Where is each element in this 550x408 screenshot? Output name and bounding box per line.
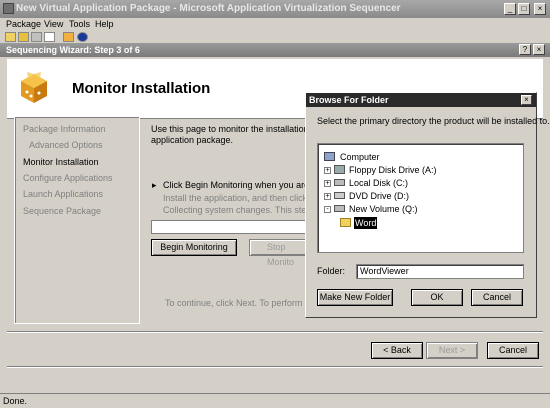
floppy-drive-icon xyxy=(334,165,345,174)
wizard-close-button[interactable]: × xyxy=(533,44,545,55)
expand-icon[interactable]: + xyxy=(324,167,331,174)
tree-item-label: Local Disk (C:) xyxy=(349,178,409,188)
close-button[interactable]: × xyxy=(534,3,546,15)
tree-item-label: New Volume (Q:) xyxy=(349,204,418,214)
expand-icon[interactable]: + xyxy=(324,193,331,200)
tree-item-label: Word xyxy=(354,217,378,229)
dialog-cancel-button[interactable]: Cancel xyxy=(471,289,523,306)
wizard-title-bar: Sequencing Wizard: Step 3 of 6 xyxy=(0,43,550,57)
maximize-button[interactable]: □ xyxy=(518,3,530,15)
begin-monitoring-button[interactable]: Begin Monitoring xyxy=(151,239,237,256)
progress-field xyxy=(151,220,311,234)
nav-package-information: Package Information xyxy=(23,124,106,134)
save-icon[interactable] xyxy=(31,32,42,42)
make-new-folder-button[interactable]: Make New Folder xyxy=(317,289,393,306)
menu-view[interactable]: View xyxy=(44,19,63,30)
cancel-button[interactable]: Cancel xyxy=(487,342,539,359)
dialog-title-bar: Browse For Folder xyxy=(306,93,536,107)
menu-tools[interactable]: Tools xyxy=(69,19,90,30)
window-icon[interactable] xyxy=(44,32,55,42)
app-icon xyxy=(3,3,14,14)
wizard-help-button[interactable]: ? xyxy=(519,44,531,55)
open-icon[interactable] xyxy=(18,32,29,42)
page-title: Monitor Installation xyxy=(72,80,211,97)
nav-configure-applications: Configure Applications xyxy=(23,173,113,183)
folder-icon xyxy=(340,218,351,227)
step-arrow-icon: ▸ xyxy=(152,180,157,190)
continue-text: To continue, click Next. To perform anot… xyxy=(165,298,328,308)
nav-monitor-installation: Monitor Installation xyxy=(23,157,99,167)
stop-monitoring-button[interactable]: Stop Monito xyxy=(249,239,307,267)
hard-disk-icon xyxy=(334,179,345,186)
menu-help[interactable]: Help xyxy=(95,19,114,30)
dialog-title: Browse For Folder xyxy=(309,95,389,105)
volume-icon xyxy=(334,205,345,212)
tree-item-label: DVD Drive (D:) xyxy=(349,191,409,201)
dvd-drive-icon xyxy=(334,192,345,199)
collapse-icon[interactable]: - xyxy=(324,206,331,213)
folder-input[interactable]: WordViewer xyxy=(356,264,524,279)
step-sub-line1: Install the application, and then click … xyxy=(163,193,329,203)
next-button[interactable]: Next > xyxy=(426,342,478,359)
toolbar xyxy=(0,31,550,43)
dialog-close-button[interactable]: × xyxy=(521,95,532,105)
folder-label: Folder: xyxy=(317,266,346,276)
package-icon[interactable] xyxy=(63,32,74,42)
package-logo-icon xyxy=(21,72,47,103)
nav-sequence-package: Sequence Package xyxy=(23,206,102,216)
folder-tree[interactable]: Computer + Floppy Disk Drive (A:) + Loca… xyxy=(317,143,524,253)
expand-icon[interactable]: + xyxy=(324,180,331,187)
menu-bar: Package View Tools Help xyxy=(0,18,550,31)
help-icon[interactable] xyxy=(77,32,88,42)
footer-divider xyxy=(7,331,543,333)
step-sub-line2: Collecting system changes. This step can xyxy=(163,205,329,215)
back-button[interactable]: < Back xyxy=(371,342,423,359)
nav-advanced-options: Advanced Options xyxy=(29,140,103,150)
menu-package[interactable]: Package xyxy=(6,19,41,30)
app-title-bar: New Virtual Application Package - Micros… xyxy=(0,0,550,18)
wizard-title: Sequencing Wizard: Step 3 of 6 xyxy=(6,45,140,55)
computer-icon xyxy=(324,152,335,161)
minimize-button[interactable]: _ xyxy=(504,3,516,15)
tree-item-label: Computer xyxy=(340,152,380,162)
ok-button[interactable]: OK xyxy=(411,289,463,306)
app-title: New Virtual Application Package - Micros… xyxy=(16,3,401,14)
new-icon[interactable] xyxy=(5,32,16,42)
intro-text-line2: application package. xyxy=(151,135,234,145)
nav-launch-applications: Launch Applications xyxy=(23,189,104,199)
status-bar: Done. xyxy=(0,393,550,408)
tree-item-label: Floppy Disk Drive (A:) xyxy=(349,165,437,175)
status-text: Done. xyxy=(3,396,28,406)
status-divider xyxy=(7,366,543,368)
dialog-prompt: Select the primary directory the product… xyxy=(317,116,550,126)
